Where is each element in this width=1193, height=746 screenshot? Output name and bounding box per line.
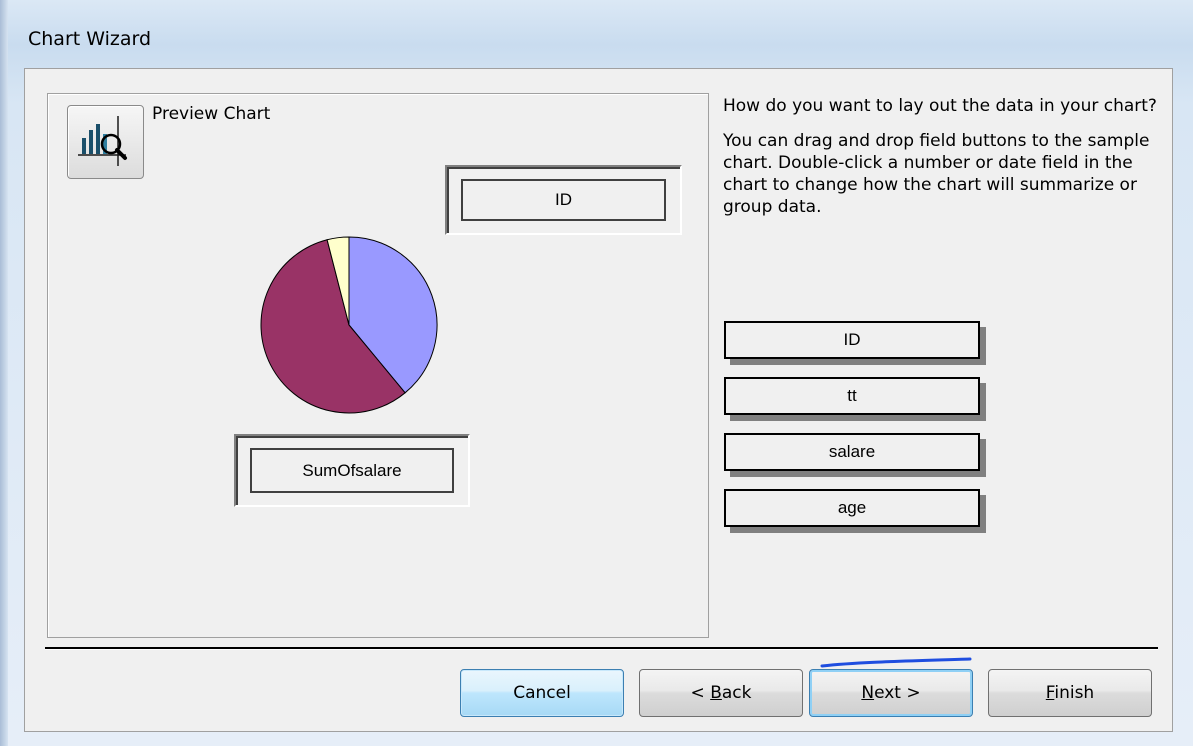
preview-panel: Preview Chart ID SumOfsalare xyxy=(47,93,709,638)
field-button-tt[interactable]: tt xyxy=(724,377,980,415)
preview-chart-label: Preview Chart xyxy=(152,104,271,124)
series-drop-zone[interactable]: ID xyxy=(445,165,682,235)
wizard-client-area: Preview Chart ID SumOfsalare How do you … xyxy=(24,68,1173,732)
pie-chart xyxy=(260,236,438,414)
next-button[interactable]: Next > xyxy=(809,669,973,717)
button-separator xyxy=(45,647,1158,650)
drag-drop-help: You can drag and drop field buttons to t… xyxy=(723,131,1150,217)
chart-magnifier-icon xyxy=(78,116,127,166)
window-title: Chart Wizard xyxy=(28,28,152,50)
pen-underline-annotation xyxy=(820,657,972,668)
window-left-edge xyxy=(0,0,8,746)
finish-label: Finish xyxy=(1045,683,1095,703)
cancel-button[interactable]: Cancel xyxy=(460,669,624,717)
field-button-salare[interactable]: salare xyxy=(724,433,980,471)
window-frame: Chart Wizard Preview Chart ID SumOfsalar… xyxy=(0,0,1193,746)
back-button[interactable]: < Back xyxy=(639,669,803,717)
preview-chart-button[interactable] xyxy=(67,105,144,179)
back-label: < Back xyxy=(690,683,752,703)
next-label: Next > xyxy=(861,683,921,703)
field-button-id[interactable]: ID xyxy=(724,321,980,359)
layout-question: How do you want to lay out the data in y… xyxy=(723,96,1157,116)
field-button-age[interactable]: age xyxy=(724,489,980,527)
series-field-box[interactable]: ID xyxy=(461,179,666,221)
instructions-text: How do you want to lay out the data in y… xyxy=(723,95,1173,231)
finish-button[interactable]: Finish xyxy=(988,669,1152,717)
data-field-box[interactable]: SumOfsalare xyxy=(250,448,454,493)
data-drop-zone[interactable]: SumOfsalare xyxy=(234,434,470,507)
cancel-label: Cancel xyxy=(513,683,571,703)
